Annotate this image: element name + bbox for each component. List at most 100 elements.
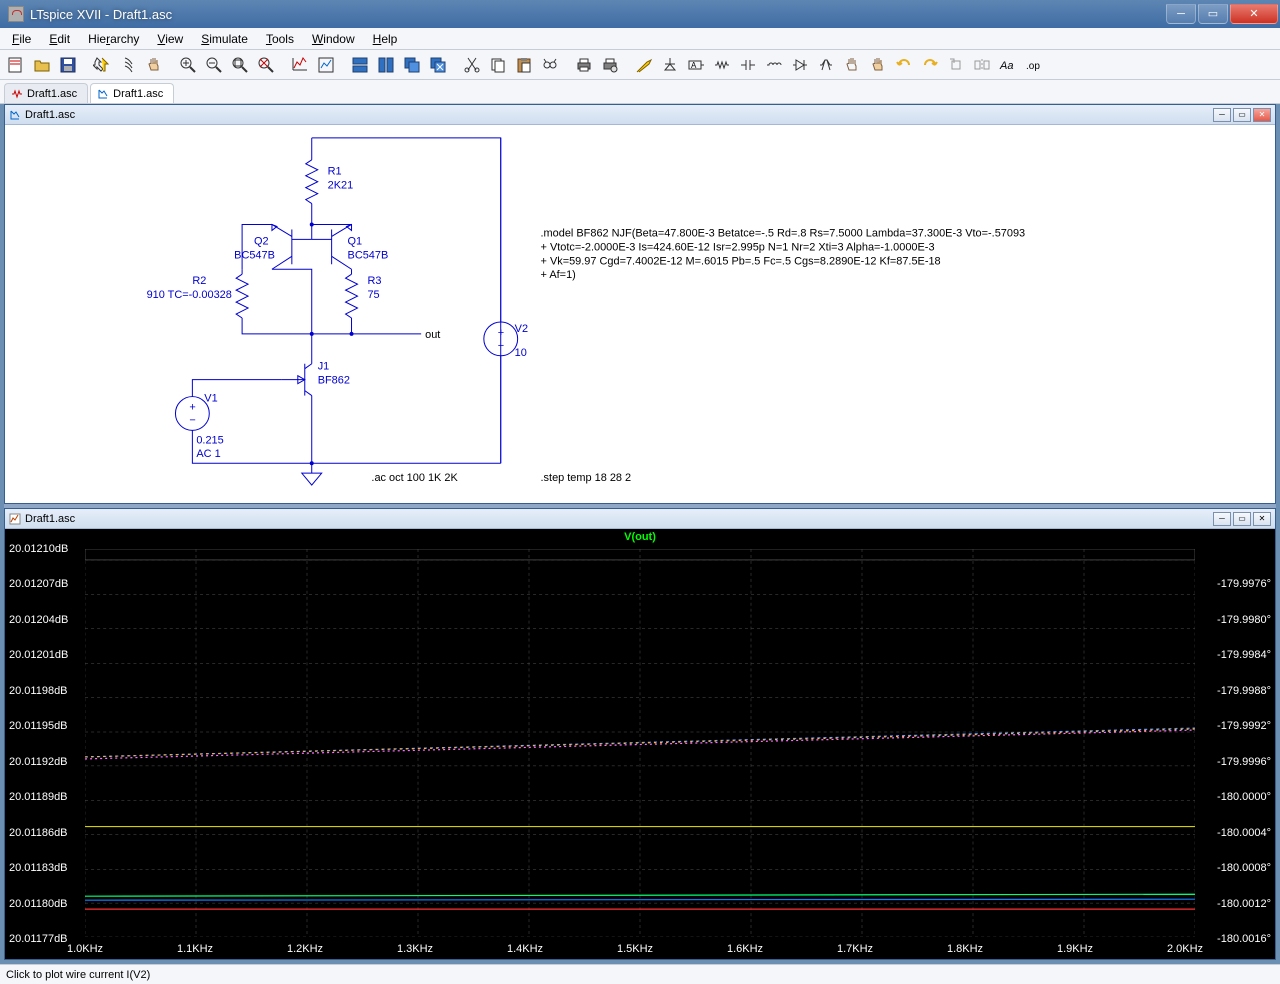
autorange-button[interactable] xyxy=(288,53,312,77)
pane-maximize-button[interactable]: ▭ xyxy=(1233,108,1251,122)
undo-button[interactable] xyxy=(892,53,916,77)
close-all-button[interactable] xyxy=(426,53,450,77)
resistor-button[interactable] xyxy=(710,53,734,77)
svg-text:−: − xyxy=(498,340,504,352)
tab-draft1-schematic[interactable]: Draft1.asc xyxy=(4,83,88,103)
pick-visible-traces-button[interactable] xyxy=(314,53,338,77)
zoom-fit-button[interactable] xyxy=(228,53,252,77)
draw-wire-button[interactable] xyxy=(632,53,656,77)
run-button[interactable] xyxy=(90,53,114,77)
titlebar: LTspice XVII - Draft1.asc ─ ▭ ✕ xyxy=(0,0,1280,28)
paste-button[interactable] xyxy=(512,53,536,77)
schematic-icon xyxy=(11,88,23,100)
y-left-tick: 20.01186dB xyxy=(9,827,68,839)
v1-label: V1 xyxy=(204,393,217,405)
y-right-tick: -179.9996° xyxy=(1217,756,1271,768)
q2-value: BC547B xyxy=(234,249,275,261)
new-schematic-button[interactable] xyxy=(4,53,28,77)
pane-close-button[interactable]: ✕ xyxy=(1253,512,1271,526)
pane-maximize-button[interactable]: ▭ xyxy=(1233,512,1251,526)
toolbar: A Aa .op xyxy=(0,50,1280,80)
pane-close-button[interactable]: ✕ xyxy=(1253,108,1271,122)
save-button[interactable] xyxy=(56,53,80,77)
cascade-button[interactable] xyxy=(400,53,424,77)
menu-view[interactable]: View xyxy=(149,30,191,48)
v1-value1: 0.215 xyxy=(196,434,223,446)
drag-button[interactable] xyxy=(866,53,890,77)
open-button[interactable] xyxy=(30,53,54,77)
menu-edit[interactable]: Edit xyxy=(41,30,78,48)
print-setup-button[interactable] xyxy=(598,53,622,77)
tile-vert-button[interactable] xyxy=(374,53,398,77)
rotate-button[interactable] xyxy=(944,53,968,77)
q2-label: Q2 xyxy=(254,235,269,247)
y-right-tick: -180.0012° xyxy=(1217,898,1271,910)
mirror-button[interactable] xyxy=(970,53,994,77)
y-left-tick: 20.01204dB xyxy=(9,614,68,626)
menu-simulate[interactable]: Simulate xyxy=(193,30,256,48)
v2-value: 10 xyxy=(515,347,527,359)
maximize-button[interactable]: ▭ xyxy=(1198,4,1228,24)
move-button[interactable] xyxy=(840,53,864,77)
y-right-tick: -180.0008° xyxy=(1217,862,1271,874)
menu-window[interactable]: Window xyxy=(304,30,363,48)
redo-button[interactable] xyxy=(918,53,942,77)
y-left-tick: 20.01207dB xyxy=(9,578,68,590)
menu-hierarchy[interactable]: Hierarchy xyxy=(80,30,147,48)
pane-minimize-button[interactable]: ─ xyxy=(1213,512,1231,526)
window-title: LTspice XVII - Draft1.asc xyxy=(30,7,172,22)
q1-value: BC547B xyxy=(348,249,389,261)
pane-minimize-button[interactable]: ─ xyxy=(1213,108,1231,122)
svg-text:.op: .op xyxy=(1026,61,1040,72)
app-icon xyxy=(8,6,24,22)
diode-button[interactable] xyxy=(788,53,812,77)
menubar: File Edit Hierarchy View Simulate Tools … xyxy=(0,28,1280,50)
x-tick: 1.6KHz xyxy=(727,943,763,955)
r3-value: 75 xyxy=(367,289,379,301)
cut-button[interactable] xyxy=(460,53,484,77)
plot-grid[interactable] xyxy=(85,549,1195,937)
menu-file[interactable]: File xyxy=(4,30,39,48)
x-tick: 1.9KHz xyxy=(1057,943,1093,955)
copy-button[interactable] xyxy=(486,53,510,77)
v2-label: V2 xyxy=(515,323,528,335)
y-right-tick: -179.9992° xyxy=(1217,720,1271,732)
ground-button[interactable] xyxy=(658,53,682,77)
minimize-button[interactable]: ─ xyxy=(1166,4,1196,24)
close-button[interactable]: ✕ xyxy=(1230,4,1278,24)
plot-trace-label[interactable]: V(out) xyxy=(624,531,656,543)
schematic-pane-title[interactable]: Draft1.asc ─ ▭ ✕ xyxy=(5,105,1275,125)
component-button[interactable] xyxy=(814,53,838,77)
schematic-canvas[interactable]: R1 2K21 Q2 BC547B xyxy=(5,125,1275,503)
svg-text:Aa: Aa xyxy=(999,60,1013,72)
tab-draft1-plot[interactable]: Draft1.asc xyxy=(90,83,174,103)
r2-value: 910 TC=-0.00328 xyxy=(147,289,232,301)
tile-horz-button[interactable] xyxy=(348,53,372,77)
x-tick: 1.2KHz xyxy=(287,943,323,955)
pan-button[interactable] xyxy=(142,53,166,77)
y-right-tick: -179.9980° xyxy=(1217,614,1271,626)
y-right-tick: -179.9976° xyxy=(1217,578,1271,590)
menu-tools[interactable]: Tools xyxy=(258,30,302,48)
capacitor-button[interactable] xyxy=(736,53,760,77)
net-label-button[interactable]: A xyxy=(684,53,708,77)
spice-directive-button[interactable]: .op xyxy=(1022,53,1046,77)
zoom-in-button[interactable] xyxy=(176,53,200,77)
model-line4: + Af=1) xyxy=(541,269,576,281)
y-left-tick: 20.01195dB xyxy=(9,720,68,732)
plot-area[interactable]: V(out) xyxy=(5,529,1275,959)
status-text: Click to plot wire current I(V2) xyxy=(6,969,150,981)
text-button[interactable]: Aa xyxy=(996,53,1020,77)
schematic-icon xyxy=(97,88,109,100)
print-button[interactable] xyxy=(572,53,596,77)
zoom-box-button[interactable] xyxy=(254,53,278,77)
y-left-tick: 20.01201dB xyxy=(9,649,68,661)
halt-button[interactable] xyxy=(116,53,140,77)
find-button[interactable] xyxy=(538,53,562,77)
plot-pane-title[interactable]: Draft1.asc ─ ▭ ✕ xyxy=(5,509,1275,529)
inductor-button[interactable] xyxy=(762,53,786,77)
y-left-tick: 20.01189dB xyxy=(9,791,68,803)
menu-help[interactable]: Help xyxy=(365,30,406,48)
plot-icon xyxy=(9,513,21,525)
zoom-out-button[interactable] xyxy=(202,53,226,77)
